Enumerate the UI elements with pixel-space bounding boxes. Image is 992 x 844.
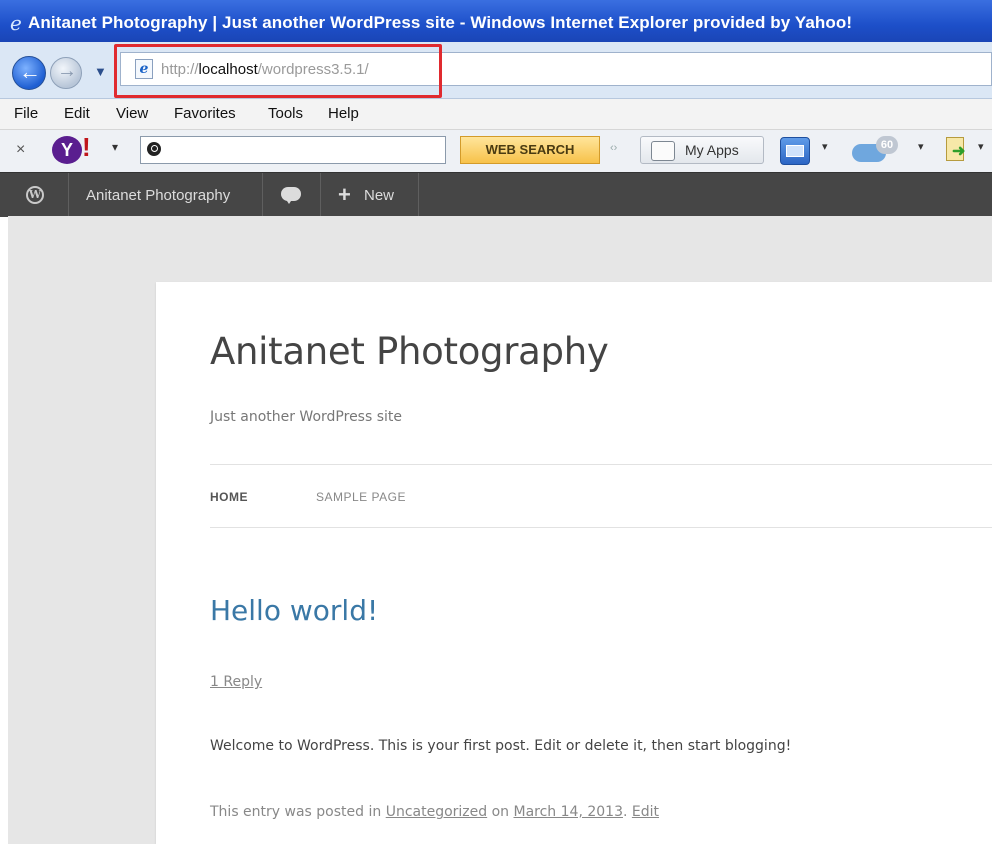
yahoo-toolbar: × Y ! ▾ WEB SEARCH ‹› My Apps ▾ 60 ▾ ➜ ▾ — [0, 130, 992, 173]
bookmark-arrow-icon[interactable]: ➜ — [946, 137, 968, 163]
my-apps-button[interactable]: My Apps — [640, 136, 764, 164]
forward-arrow-icon: → — [57, 60, 77, 82]
search-icon — [147, 142, 161, 156]
plus-icon[interactable]: + — [338, 182, 351, 208]
admin-bar-new-link[interactable]: New — [364, 187, 394, 204]
menu-file[interactable]: File — [14, 105, 38, 122]
site-title[interactable]: Anitanet Photography — [210, 330, 609, 373]
post-title-link[interactable]: Hello world! — [210, 594, 378, 627]
mail-dropdown-icon[interactable]: ▾ — [822, 140, 828, 153]
bookmark-dropdown-icon[interactable]: ▾ — [978, 140, 984, 153]
post-meta: This entry was posted in Uncategorized o… — [210, 804, 660, 820]
yahoo-search-input[interactable] — [140, 136, 446, 164]
admin-bar-divider — [418, 173, 419, 217]
address-toolbar: ← → ▼ e http://localhost/wordpress3.5.1/ — [0, 42, 992, 99]
menu-bar: File Edit View Favorites Tools Help — [0, 99, 992, 130]
yahoo-menu-dropdown-icon[interactable]: ▾ — [112, 140, 118, 154]
post-date-link[interactable]: March 14, 2013 — [514, 804, 623, 820]
back-arrow-icon: ← — [19, 59, 41, 84]
toolbar-resize-grip-icon[interactable]: ‹› — [610, 142, 617, 154]
nav-divider-top — [210, 464, 992, 465]
menu-edit[interactable]: Edit — [64, 105, 90, 122]
site-description: Just another WordPress site — [210, 409, 403, 425]
toolbar-close-icon[interactable]: × — [16, 141, 25, 159]
admin-bar-divider — [68, 173, 69, 217]
wp-admin-bar: W Anitanet Photography + New — [0, 172, 992, 217]
nav-home-link[interactable]: HOME — [210, 490, 248, 504]
yahoo-logo-icon[interactable]: Y — [52, 136, 82, 164]
weather-dropdown-icon[interactable]: ▾ — [918, 140, 924, 153]
web-search-button[interactable]: WEB SEARCH — [460, 136, 600, 164]
admin-bar-divider — [320, 173, 321, 217]
reply-link[interactable]: 1 Reply — [210, 674, 262, 690]
menu-view[interactable]: View — [116, 105, 148, 122]
menu-tools[interactable]: Tools — [268, 105, 303, 122]
menu-favorites[interactable]: Favorites — [174, 105, 236, 122]
weather-icon[interactable]: 60 — [852, 136, 904, 164]
url-text[interactable]: http://localhost/wordpress3.5.1/ — [161, 61, 369, 78]
nav-divider-bottom — [210, 527, 992, 528]
history-dropdown-icon[interactable]: ▼ — [94, 64, 107, 79]
weather-badge: 60 — [876, 136, 898, 154]
post-body-text: Welcome to WordPress. This is your first… — [210, 738, 792, 754]
mail-icon[interactable] — [780, 137, 810, 165]
menu-help[interactable]: Help — [328, 105, 359, 122]
my-apps-label: My Apps — [685, 142, 739, 158]
forward-button[interactable]: → — [50, 57, 82, 89]
edit-post-link[interactable]: Edit — [632, 804, 659, 820]
admin-bar-divider — [262, 173, 263, 217]
address-field[interactable]: e http://localhost/wordpress3.5.1/ — [120, 52, 992, 86]
nav-sample-page-link[interactable]: SAMPLE PAGE — [316, 490, 406, 504]
back-button[interactable]: ← — [12, 56, 46, 90]
comments-icon[interactable] — [281, 187, 301, 204]
page-icon: e — [135, 59, 153, 79]
site-content: Anitanet Photography Just another WordPr… — [156, 282, 992, 844]
wordpress-logo-icon[interactable]: W — [26, 186, 44, 204]
category-link[interactable]: Uncategorized — [386, 804, 487, 820]
ie-logo-icon: e — [10, 11, 22, 35]
apps-icon — [651, 141, 675, 161]
window-title: Anitanet Photography | Just another Word… — [28, 13, 853, 32]
yahoo-logo-bang: ! — [82, 132, 91, 162]
admin-bar-site-name[interactable]: Anitanet Photography — [86, 187, 230, 204]
window-title-bar: e Anitanet Photography | Just another Wo… — [0, 0, 992, 42]
